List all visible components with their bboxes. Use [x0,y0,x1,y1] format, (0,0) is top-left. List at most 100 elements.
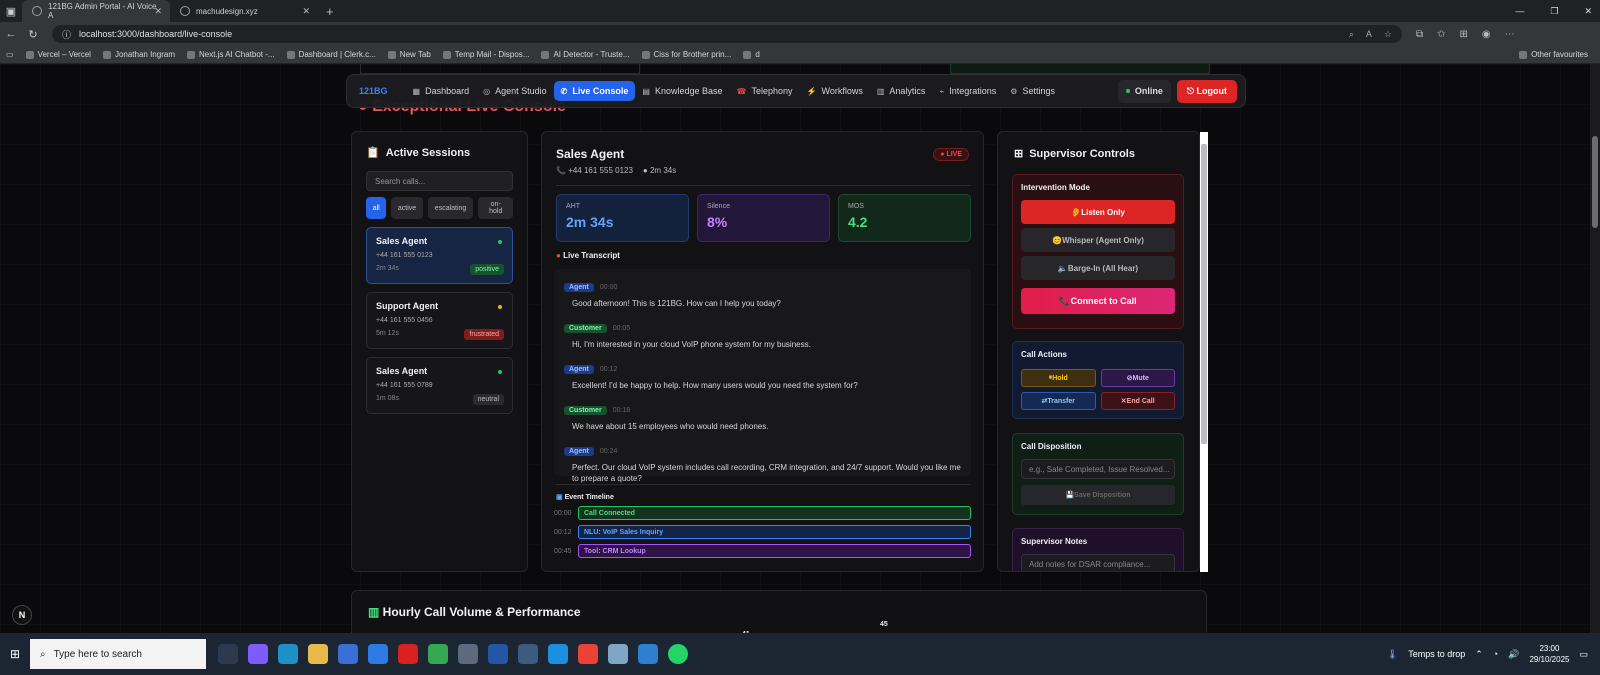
mute-button[interactable]: ⊘ Mute [1100,369,1175,387]
session-card[interactable]: Sales Agent +44 161 555 0123 2m 34s posi… [366,227,513,284]
bookmark[interactable]: Jonathan Ingram [102,50,175,59]
sidebar-toggle-icon[interactable]: ▭ [6,50,14,59]
session-card[interactable]: Sales Agent +44 161 555 0789 1m 08s neut… [366,357,513,414]
whisper-button[interactable]: 😊 Whisper (Agent Only) [1021,228,1175,252]
address-bar-row: ← ↻ ⓘ localhost:3000/dashboard/live-cons… [0,22,1600,46]
app-icon[interactable] [458,644,478,664]
network-icon[interactable]: ◔ [1493,649,1498,659]
tab-actions-icon[interactable]: ▣ [0,5,22,18]
background-card [950,64,1210,74]
url-field[interactable]: ⓘ localhost:3000/dashboard/live-console … [52,25,1402,43]
filter-active[interactable]: active [391,197,423,219]
bookmark[interactable]: Temp Mail - Dispos... [442,50,529,59]
filter-all[interactable]: all [366,197,387,219]
bookmark[interactable]: Next.js AI Chatbot -... [186,50,275,59]
back-icon[interactable]: ← [0,28,22,40]
bookmark[interactable]: d [743,50,760,59]
listen-only-button[interactable]: 👂 Listen Only [1021,200,1175,224]
weather-text[interactable]: Temps to drop [1408,649,1465,659]
connect-to-call-button[interactable]: 📞 Connect to Call [1021,288,1175,314]
close-window-icon[interactable]: ✕ [1584,6,1592,17]
copilot-icon[interactable] [248,644,268,664]
nav-item-settings[interactable]: ⚙ Settings [1003,81,1062,101]
other-favourites[interactable]: Other favourites [1519,50,1588,59]
scrollbar-thumb[interactable] [1201,144,1207,444]
session-card[interactable]: Support Agent +44 161 555 0456 5m 12s fr… [366,292,513,349]
read-aloud-icon[interactable]: A [1366,29,1372,40]
notes-input[interactable]: Add notes for DSAR compliance... [1021,554,1175,571]
lightning-icon: ⚡ [806,86,817,96]
bookmark[interactable]: New Tab [387,50,431,59]
bluetooth-icon[interactable] [548,644,568,664]
speaker-icon: 🔈 [1057,263,1068,273]
nav-item-agent-studio[interactable]: ◎ Agent Studio [476,81,554,101]
hold-button[interactable]: ⏸ Hold [1021,369,1096,387]
browser-tab[interactable]: machudesign.xyz ✕ [170,0,318,22]
chevron-up-icon[interactable]: ⌃ [1475,649,1483,660]
notepad-icon[interactable] [608,644,628,664]
end-call-button[interactable]: ✕ End Call [1100,392,1175,410]
taskbar-search[interactable]: ⌕ Type here to search [30,639,206,669]
extensions-icon[interactable]: ⧉ [1416,29,1423,40]
nav-item-live-console[interactable]: ✆ Live Console [553,81,636,101]
close-icon[interactable]: ✕ [302,6,310,17]
bookmark[interactable]: Ciss for Brother prin... [641,50,731,59]
close-icon[interactable]: ✕ [154,6,162,17]
powershell-icon[interactable] [488,644,508,664]
nav-item-knowledge-base[interactable]: ▤ Knowledge Base [635,81,729,101]
store-icon[interactable] [338,644,358,664]
nav-item-analytics[interactable]: ▥ Analytics [870,81,933,101]
nextjs-icon [186,50,195,59]
refresh-icon[interactable]: ↻ [22,28,44,41]
grid-icon: ⊞ [1014,148,1024,160]
youtube-icon[interactable] [398,644,418,664]
favorite-star-icon[interactable]: ☆ [1384,29,1392,40]
chrome-icon[interactable] [428,644,448,664]
panel-scrollbar[interactable] [1200,132,1208,572]
logout-button[interactable]: ⎋ Logout [1176,79,1237,103]
nav-item-dashboard[interactable]: ▦ Dashboard [406,81,477,101]
disposition-input[interactable]: e.g., Sale Completed, Issue Resolved... [1021,459,1175,479]
new-tab-button[interactable]: + [318,4,342,19]
whatsapp-icon[interactable] [668,644,688,664]
metric-silence: Silence 8% [697,194,830,242]
bookmark[interactable]: Dashboard | Clerk.c... [286,50,376,59]
mail-icon[interactable] [368,644,388,664]
file-explorer-icon[interactable] [308,644,328,664]
bookmark[interactable]: Vercel – Vercel [25,50,91,59]
scrollbar-thumb[interactable] [1592,136,1598,228]
restore-icon[interactable]: ❐ [1550,6,1558,17]
online-status[interactable]: Online [1117,79,1171,103]
task-view-icon[interactable] [218,644,238,664]
windows-start-icon[interactable]: ⊞ [0,647,30,661]
image-viewer-icon[interactable] [638,644,658,664]
minimize-icon[interactable]: — [1515,6,1524,16]
more-icon[interactable]: ⋯ [1505,29,1515,40]
favorites-icon[interactable]: ✩ [1437,29,1445,40]
nav-item-workflows[interactable]: ⚡ Workflows [800,81,870,101]
session-phone: +44 161 555 0123 [376,252,433,259]
filter-on-hold[interactable]: on-hold [478,197,513,219]
nextjs-badge[interactable]: N [12,605,32,625]
nav-item-integrations[interactable]: ⌁ Integrations [932,81,1003,101]
bookmark[interactable]: AI Detector - Truste... [541,50,630,59]
page-scrollbar[interactable] [1590,64,1600,633]
save-disposition-button[interactable]: 💾 Save Disposition [1021,485,1175,505]
chrome-icon[interactable] [578,644,598,664]
edge-icon[interactable] [278,644,298,664]
barge-in-button[interactable]: 🔈 Barge-In (All Hear) [1021,256,1175,280]
call-detail-panel: Sales Agent 📞 +44 161 555 0123 ● 2m 34s … [541,131,984,572]
nav-item-telephony[interactable]: ☎ Telephony [730,81,800,101]
search-calls-input[interactable]: Search calls... [366,171,513,191]
profile-icon[interactable]: ◉ [1482,29,1491,40]
volume-icon[interactable]: 🔊 [1508,649,1519,660]
filter-escalating[interactable]: escalating [427,197,474,219]
browser-tab-active[interactable]: 121BG Admin Portal - AI Voice A ✕ [22,0,170,22]
notification-icon[interactable]: ▭ [1579,649,1588,660]
collections-icon[interactable]: ⊞ [1460,29,1468,40]
transfer-button[interactable]: ⇄ Transfer [1021,392,1096,410]
clock[interactable]: 23:00 29/10/2025 [1529,643,1569,665]
live-transcript[interactable]: Agent 00:00 Good afternoon! This is 121BG… [554,269,971,483]
vscode-icon[interactable] [518,644,538,664]
zoom-icon[interactable]: ⌕ [1349,29,1354,40]
